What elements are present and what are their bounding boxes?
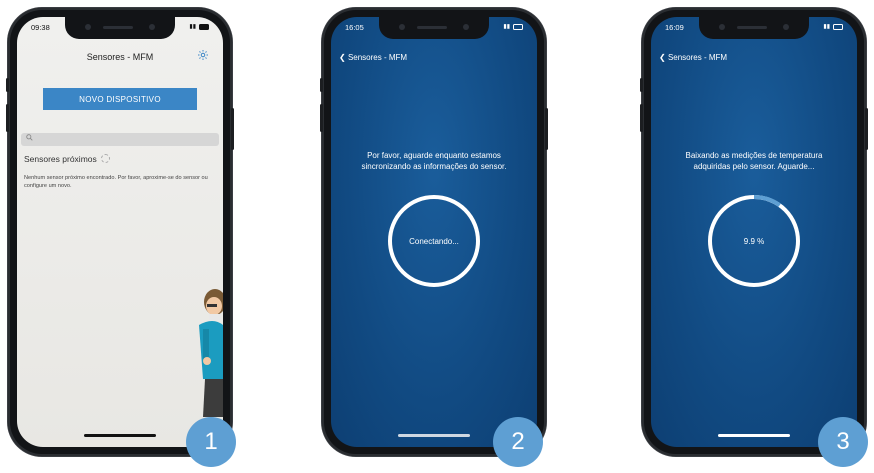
status-time: 09:38 xyxy=(31,23,50,32)
gear-icon[interactable] xyxy=(197,49,209,61)
status-icons: ▮▮ xyxy=(503,23,523,30)
download-message: Baixando as medições de temperatura adqu… xyxy=(685,151,823,171)
empty-message: Nenhum sensor próximo encontrado. Por fa… xyxy=(24,175,208,189)
loading-spinner-icon xyxy=(100,154,110,163)
status-time: 16:05 xyxy=(345,23,364,32)
back-button[interactable]: ❮ Sensores - MFM xyxy=(659,53,727,62)
step-badge-2: 2 xyxy=(493,417,543,467)
new-device-button[interactable]: NOVO DISPOSITIVO xyxy=(43,88,197,110)
status-time: 16:09 xyxy=(665,23,684,32)
sync-message: Por favor, aguarde enquanto estamos sinc… xyxy=(361,151,507,171)
mascot-illustration xyxy=(199,289,223,417)
phone-2: 16:05 ▮▮ ❮ Sensores - MFM Por favor, agu… xyxy=(320,8,548,456)
search-icon xyxy=(26,134,33,143)
chevron-left-icon: ❮ xyxy=(339,53,346,62)
nearby-sensors-heading: Sensores próximos xyxy=(24,154,110,164)
screen-3: 16:09 ▮▮ ❮ Sensores - MFM Baixando as me… xyxy=(651,17,857,447)
home-indicator[interactable] xyxy=(84,434,156,437)
status-icons: ▮▮ xyxy=(823,23,843,30)
status-icons: ▮▮ xyxy=(189,23,209,30)
back-button[interactable]: ❮ Sensores - MFM xyxy=(339,53,407,62)
phone-3: 16:09 ▮▮ ❮ Sensores - MFM Baixando as me… xyxy=(640,8,868,456)
page-title: Sensores - MFM xyxy=(86,52,154,62)
step-badge-3: 3 xyxy=(818,417,868,467)
section-title: Sensores próximos xyxy=(24,154,97,164)
home-indicator[interactable] xyxy=(398,434,470,437)
back-label: Sensores - MFM xyxy=(347,53,408,62)
progress-label: 9.9 % xyxy=(743,236,765,246)
connection-status: Conectando... xyxy=(409,236,459,246)
search-input[interactable] xyxy=(21,133,219,146)
phone-1: 09:38 ▮▮ Sensores - MFM NOVO DISPOSITIVO… xyxy=(6,8,234,456)
home-indicator[interactable] xyxy=(718,434,790,437)
screen-1: 09:38 ▮▮ Sensores - MFM NOVO DISPOSITIVO… xyxy=(17,17,223,447)
back-label: Sensores - MFM xyxy=(667,53,728,62)
step-badge-1: 1 xyxy=(186,417,236,467)
screen-2: 16:05 ▮▮ ❮ Sensores - MFM Por favor, agu… xyxy=(331,17,537,447)
chevron-left-icon: ❮ xyxy=(659,53,666,62)
